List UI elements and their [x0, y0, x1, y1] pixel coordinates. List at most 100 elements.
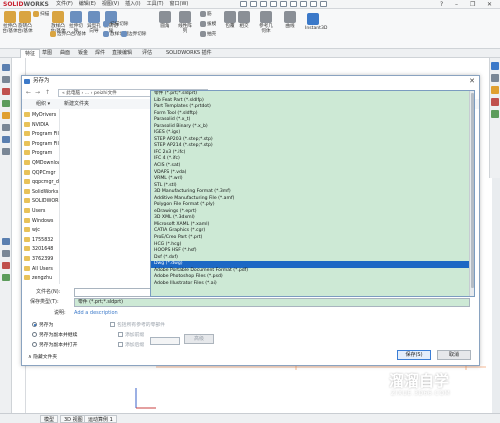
property-manager-icon[interactable]: [2, 76, 10, 83]
folder-item[interactable]: Users: [24, 207, 45, 217]
sketch-circle-icon[interactable]: [2, 148, 10, 155]
ribbon-button[interactable]: 异型孔向导: [86, 11, 102, 34]
folder-item[interactable]: wjc: [24, 226, 40, 236]
view-palette-icon[interactable]: [491, 110, 499, 118]
folder-item[interactable]: Program Files (x86): [24, 140, 59, 150]
save-copy-continue-radio[interactable]: 另存为副本并继续: [32, 332, 77, 340]
tab-item[interactable]: 评估: [138, 49, 156, 58]
ribbon-button[interactable]: 相交: [236, 11, 252, 29]
close-dialog-icon[interactable]: ✕: [469, 76, 475, 87]
folder-item[interactable]: Program: [24, 149, 52, 159]
add-prefix-checkbox[interactable]: 添加前缀: [118, 332, 144, 340]
ribbon-button[interactable]: 扫描: [33, 11, 49, 17]
up-icon[interactable]: ↑: [45, 89, 50, 96]
organize-button[interactable]: 组织 ▾: [36, 100, 50, 108]
view-orientation-icon[interactable]: [2, 238, 10, 245]
status-tab[interactable]: 3D 视图: [60, 415, 87, 423]
folder-item[interactable]: QMDownload: [24, 159, 59, 169]
include-refs-checkbox[interactable]: 包括所有参考的零部件: [110, 322, 165, 330]
filetype-option[interactable]: Adobe Illustrator Files (*.ai): [151, 281, 474, 288]
add-suffix-checkbox[interactable]: 添加后缀: [118, 342, 144, 350]
ribbon-button[interactable]: 筋: [200, 11, 212, 17]
status-tab[interactable]: 运动算例 1: [84, 415, 117, 423]
cancel-button[interactable]: 取消: [437, 350, 471, 360]
folder-item[interactable]: MyDrivers: [24, 111, 56, 121]
folder-item[interactable]: 3201648: [24, 245, 53, 255]
tab-item[interactable]: 曲面: [56, 49, 74, 58]
config-manager-icon[interactable]: [2, 88, 10, 95]
sketch-tool-icon[interactable]: [2, 124, 10, 131]
ribbon-button[interactable]: 拉伸切除: [68, 11, 84, 34]
tab-item[interactable]: 钣金: [74, 49, 92, 58]
resources-icon[interactable]: [491, 74, 499, 82]
save-as-radio[interactable]: 另存为: [32, 322, 53, 330]
folder-item[interactable]: All Users: [24, 265, 53, 275]
folder-item[interactable]: 3762399: [24, 255, 53, 265]
tab-item[interactable]: 焊件: [91, 49, 109, 58]
new-file-icon[interactable]: [250, 1, 257, 7]
back-icon[interactable]: ←: [26, 89, 31, 96]
ribbon-button[interactable]: 拔模: [200, 21, 216, 27]
menu-item[interactable]: 视图(V): [102, 0, 119, 9]
ribbon-button[interactable]: 边界切除: [121, 31, 146, 37]
ribbon-button[interactable]: 拉伸凸台/基体: [2, 11, 18, 34]
save-copy-open-radio[interactable]: 另存为副本并打开: [32, 342, 77, 350]
scene-icon[interactable]: [2, 274, 10, 281]
select-icon[interactable]: [300, 1, 307, 7]
advanced-button[interactable]: 高级: [184, 334, 214, 344]
design-library-icon[interactable]: [491, 86, 499, 94]
save-button[interactable]: 保存(S): [397, 350, 431, 360]
folder-item[interactable]: Windows: [24, 217, 53, 227]
home-icon[interactable]: [240, 1, 247, 7]
folder-item[interactable]: zengzhu: [24, 274, 52, 284]
menu-item[interactable]: 文件(F): [56, 0, 73, 9]
menu-item[interactable]: 插入(I): [125, 0, 140, 9]
dropdown-scrollbar[interactable]: [469, 91, 474, 296]
menu-item[interactable]: 编辑(E): [79, 0, 96, 9]
minimize-icon[interactable]: –: [455, 0, 458, 9]
ribbon-button[interactable]: 曲线: [282, 11, 298, 29]
tab-item[interactable]: 草图: [38, 49, 56, 58]
options-icon[interactable]: [320, 1, 327, 7]
folder-item[interactable]: SolidWorks: [24, 188, 58, 198]
ribbon-button[interactable]: 旋转凸台/基体: [17, 11, 33, 34]
section-view-icon[interactable]: [2, 250, 10, 257]
folder-item[interactable]: Program Files: [24, 130, 59, 140]
close-window-icon[interactable]: ✕: [487, 0, 492, 9]
save-icon[interactable]: [270, 1, 277, 7]
ribbon-button[interactable]: 线性阵列: [177, 11, 193, 34]
status-tab[interactable]: 模型: [40, 415, 59, 423]
open-file-icon[interactable]: [260, 1, 267, 7]
folder-item[interactable]: QQPCmgr: [24, 169, 55, 179]
undo-icon[interactable]: [290, 1, 297, 7]
ribbon-button[interactable]: 圆角: [157, 11, 173, 29]
tab-item[interactable]: 特征: [20, 49, 41, 58]
ribbon-button[interactable]: 扫描切除: [103, 21, 128, 27]
appearance-icon[interactable]: [2, 262, 10, 269]
folder-item[interactable]: NVIDIA: [24, 121, 49, 131]
file-explorer-icon[interactable]: [491, 98, 499, 106]
ribbon-button[interactable]: 抽壳: [200, 31, 216, 37]
tab-item[interactable]: 直接编辑: [108, 49, 136, 58]
forward-icon[interactable]: →: [35, 89, 40, 96]
menu-item[interactable]: 窗口(W): [170, 0, 189, 9]
new-folder-button[interactable]: 新建文件夹: [64, 100, 89, 108]
prefix-input[interactable]: [150, 337, 180, 345]
hide-folders-toggle[interactable]: ∧ 隐藏文件夹: [28, 353, 57, 362]
sketch-line-icon[interactable]: [2, 136, 10, 143]
rebuild-icon[interactable]: [310, 1, 317, 7]
folder-item[interactable]: qqpcmgr_docpro: [24, 178, 59, 188]
restore-icon[interactable]: ❐: [470, 0, 475, 9]
display-manager-icon[interactable]: [2, 112, 10, 119]
folder-item[interactable]: SOLIDWORKS: [24, 197, 59, 207]
help-icon[interactable]: ?: [440, 0, 443, 9]
home-pane-icon[interactable]: [491, 62, 499, 70]
print-icon[interactable]: [280, 1, 287, 7]
tab-item[interactable]: SOLIDWORKS 插件: [162, 49, 216, 58]
feature-manager-icon[interactable]: [2, 64, 10, 71]
filetype-select[interactable]: 零件 (*.prt;*.sldprt): [74, 298, 470, 307]
folder-item[interactable]: 1755832: [24, 236, 53, 246]
description-input[interactable]: Add a description: [74, 309, 118, 318]
menu-item[interactable]: 工具(T): [147, 0, 164, 9]
dim-xpert-icon[interactable]: [2, 100, 10, 107]
